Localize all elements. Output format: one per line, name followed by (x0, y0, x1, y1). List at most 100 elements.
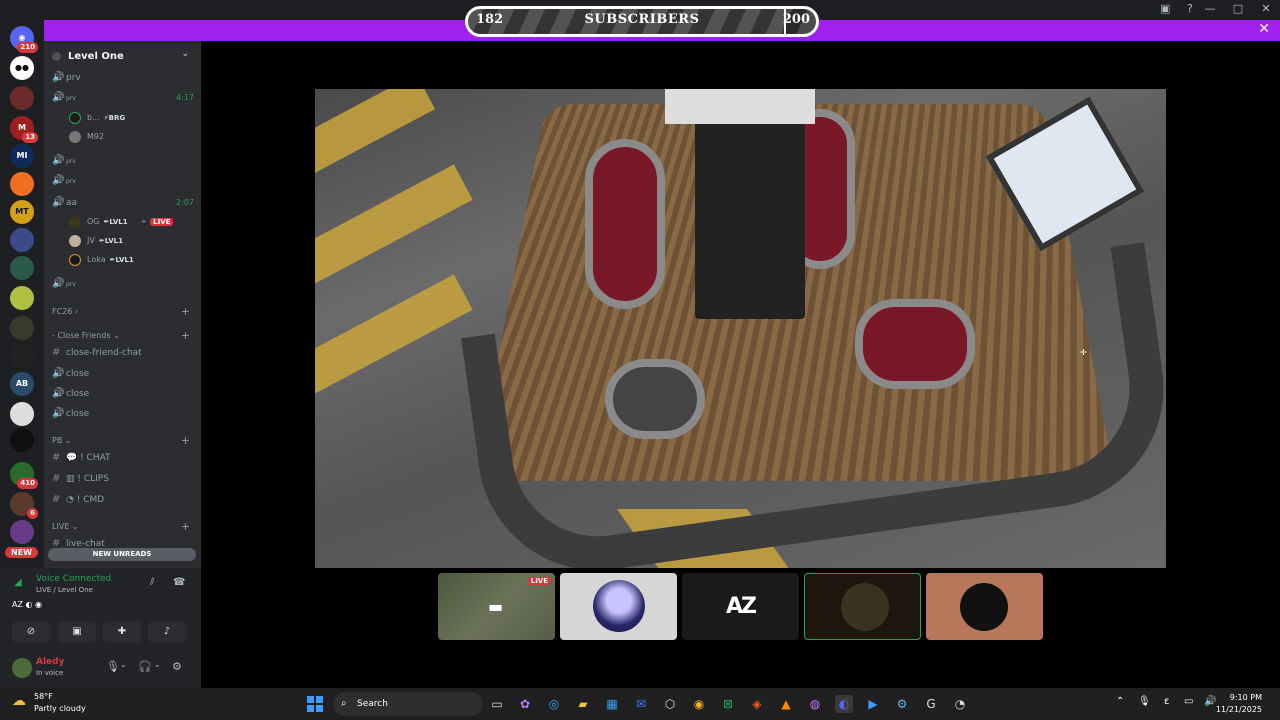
brave-icon[interactable]: ◈ (748, 695, 766, 713)
taskbar-search[interactable]: ⌕ Search (333, 692, 483, 716)
app-icon[interactable]: ▲ (777, 695, 795, 713)
category-close-friends[interactable]: - Close Friends ⌄ + (52, 328, 194, 344)
voice-user[interactable]: Loka ✒LVL1 (69, 252, 134, 268)
text-channel-clips[interactable]: # ▥ ! CLIPS (52, 470, 194, 488)
voice-channel-prv-3[interactable]: 🔊 prv (52, 152, 194, 170)
participant-tile[interactable] (926, 573, 1043, 640)
text-channel-chat[interactable]: # 💬 ! CHAT (52, 449, 194, 467)
excel-icon[interactable]: ⊠ (719, 695, 737, 713)
avatar[interactable] (12, 658, 32, 678)
username[interactable]: Aledy (36, 657, 64, 667)
chevron-down-icon[interactable]: ⌄ (154, 660, 161, 669)
add-channel-icon[interactable]: + (181, 304, 190, 320)
close-window-icon[interactable]: ✕ (1252, 0, 1280, 18)
server-icon[interactable]: M 13 (10, 116, 38, 143)
microphone-icon[interactable]: 🎙 (106, 660, 120, 673)
stream-video[interactable] (315, 89, 1166, 568)
microphone-icon[interactable]: 🎙 (1138, 696, 1151, 707)
settings-icon[interactable]: ⚙ (172, 660, 182, 673)
category-pb[interactable]: PB ⌄ + (52, 433, 194, 449)
voice-user[interactable]: b... ⚡BRG (69, 110, 125, 126)
voice-channel-close-1[interactable]: 🔊 close (52, 365, 194, 383)
new-unreads-banner[interactable]: NEW UNREADS (48, 548, 196, 561)
participant-tile[interactable]: AZ (682, 573, 799, 640)
weather-temp[interactable]: 58°F (34, 692, 53, 701)
chevron-up-icon[interactable]: ⌃ (1116, 696, 1124, 707)
edge-icon[interactable]: ◎ (545, 695, 563, 713)
weather-icon[interactable]: ☁ (12, 693, 26, 709)
file-explorer-icon[interactable]: ▰ (574, 695, 592, 713)
server-icon[interactable] (10, 402, 34, 426)
voice-channel-aa[interactable]: 🔊 aa 2:07 (52, 194, 194, 212)
voice-user[interactable]: M92 (69, 129, 104, 145)
task-view-icon[interactable]: ▭ (488, 695, 506, 713)
steam-icon[interactable]: ⚙ (893, 695, 911, 713)
volume-icon[interactable]: 🔊 (1204, 696, 1216, 707)
voice-channel-prv[interactable]: 🔊 prv (52, 69, 194, 87)
discord-home-icon[interactable]: ◉ 210 (10, 26, 38, 53)
voice-user[interactable]: JV ✒LVL1 (69, 233, 123, 249)
participant-tile[interactable]: LIVE ▬ (438, 573, 555, 640)
chevron-down-icon[interactable]: ⌄ (120, 660, 127, 669)
chrome-icon[interactable]: ◉ (690, 695, 708, 713)
server-icon[interactable]: ●● (10, 56, 34, 80)
headphones-icon[interactable]: 🎧 (138, 660, 152, 673)
activities-button[interactable]: ✚ (103, 622, 141, 642)
participant-tile[interactable] (804, 573, 921, 640)
camera-button[interactable]: ⊘ (12, 622, 50, 642)
close-banner-icon[interactable]: ✕ (1258, 21, 1270, 37)
participant-tile[interactable] (560, 573, 677, 640)
server-icon[interactable] (10, 286, 34, 310)
category-fc26[interactable]: FC26 › + (52, 304, 194, 320)
server-icon[interactable]: AB (10, 372, 34, 396)
voice-channel-close-2[interactable]: 🔊 close (52, 385, 194, 403)
server-icon[interactable] (10, 428, 34, 452)
help-icon[interactable]: ? (1187, 2, 1193, 15)
server-icon[interactable] (10, 86, 34, 110)
voice-channel-info[interactable]: LIVE / Level One (36, 586, 93, 594)
voice-channel-prv-2[interactable]: 🔊 prv 4:17 (52, 89, 194, 107)
new-pill[interactable]: NEW (5, 547, 38, 558)
category-live[interactable]: LIVE ⌄ + (52, 519, 194, 535)
add-channel-icon[interactable]: + (181, 519, 190, 535)
copilot-icon[interactable]: ✿ (516, 695, 534, 713)
voice-user[interactable]: OG ✒LVL1 ⌖ LIVE (69, 214, 201, 230)
server-icon[interactable]: 6 (10, 492, 38, 519)
server-icon[interactable]: MI (10, 144, 34, 168)
chevron-down-icon[interactable]: ⌄ (181, 49, 189, 59)
server-icon[interactable] (10, 344, 34, 368)
server-icon[interactable] (10, 256, 34, 280)
noise-suppression-icon[interactable]: ⫽ (150, 577, 154, 588)
server-icon[interactable] (10, 520, 34, 544)
outlook-icon[interactable]: ✉ (632, 695, 650, 713)
inbox-icon[interactable]: ▣ (1160, 2, 1170, 15)
voice-channel-prv-4[interactable]: 🔊 prv (52, 172, 194, 190)
server-icon[interactable] (10, 316, 34, 340)
add-channel-icon[interactable]: + (181, 433, 190, 449)
maximize-icon[interactable]: □ (1224, 0, 1252, 18)
server-icon[interactable] (10, 228, 34, 252)
soundboard-button[interactable]: ♪ (148, 622, 186, 642)
text-channel-close-friend-chat[interactable]: # close-friend-chat (52, 344, 194, 362)
server-icon[interactable] (10, 172, 34, 196)
app-icon[interactable]: ▶ (864, 695, 882, 713)
windows-start-icon[interactable] (307, 696, 323, 712)
voice-channel-prv-5[interactable]: 🔊 prv (52, 275, 194, 293)
server-header[interactable]: Level One ⌄ (44, 41, 201, 71)
screen-share-button[interactable]: ▣ (58, 622, 96, 642)
app-icon[interactable]: ◔ (951, 695, 969, 713)
clock[interactable]: 9:10 PM 11/21/2025 (1216, 692, 1262, 716)
add-channel-icon[interactable]: + (181, 328, 190, 344)
discord-icon[interactable]: ◐ (835, 695, 853, 713)
network-icon[interactable]: ▭ (1184, 696, 1193, 707)
disconnect-icon[interactable]: ☎ (173, 577, 185, 588)
text-channel-cmd[interactable]: # ◔ ! CMD (52, 491, 194, 509)
app-icon[interactable]: ⬡ (661, 695, 679, 713)
minimize-icon[interactable]: — (1196, 0, 1224, 18)
voice-status[interactable]: Voice Connected (36, 574, 111, 584)
app-icon[interactable]: G (922, 695, 940, 713)
weather-condition[interactable]: Partly cloudy (34, 704, 86, 713)
voice-channel-close-3[interactable]: 🔊 close (52, 405, 194, 423)
store-icon[interactable]: ▦ (603, 695, 621, 713)
server-icon[interactable]: 410 (10, 462, 38, 489)
